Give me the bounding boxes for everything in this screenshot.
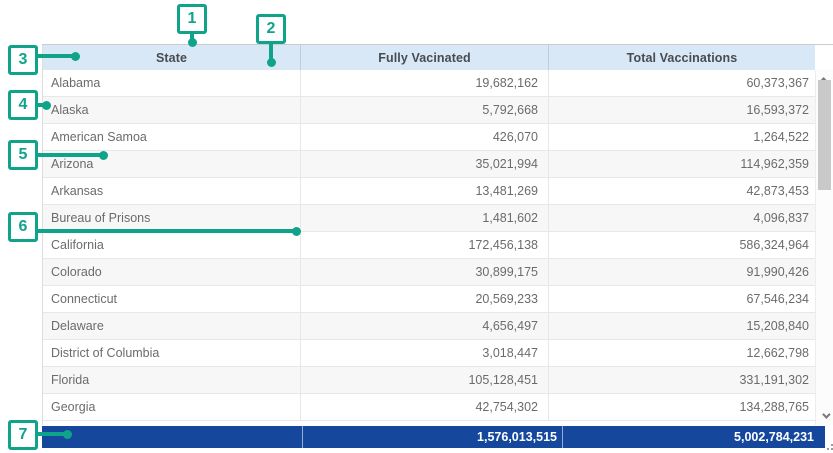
column-header-fully-vaccinated[interactable]: Fully Vacinated: [300, 45, 548, 70]
vertical-scrollbar[interactable]: [815, 70, 833, 425]
table-row[interactable]: Arizona 35,021,994 114,962,359: [43, 151, 815, 178]
cell-fully-vaccinated: 19,682,162: [300, 70, 548, 96]
callout-3-line: [36, 54, 74, 58]
cell-total-vaccinations: 67,546,234: [548, 286, 815, 312]
table-row[interactable]: Colorado 30,899,175 91,990,426: [43, 259, 815, 286]
callout-6: 6: [8, 212, 38, 242]
table-row[interactable]: Connecticut 20,569,233 67,546,234: [43, 286, 815, 313]
cell-state: Colorado: [43, 259, 300, 285]
cell-state: Connecticut: [43, 286, 300, 312]
summary-row: 1,576,013,515 5,002,784,231: [42, 426, 825, 448]
cell-fully-vaccinated: 1,481,602: [300, 205, 548, 231]
cell-total-vaccinations: 114,962,359: [548, 151, 815, 177]
table-row[interactable]: Georgia 42,754,302 134,288,765: [43, 394, 815, 421]
table-row[interactable]: Bureau of Prisons 1,481,602 4,096,837: [43, 205, 815, 232]
callout-5: 5: [8, 140, 38, 170]
summary-state-cell: [42, 426, 302, 448]
cell-fully-vaccinated: 105,128,451: [300, 367, 548, 393]
cell-total-vaccinations: 12,662,798: [548, 340, 815, 366]
table-row[interactable]: California 172,456,138 586,324,964: [43, 232, 815, 259]
cell-state: District of Columbia: [43, 340, 300, 366]
callout-4-dot: [42, 101, 51, 110]
cell-state: American Samoa: [43, 124, 300, 150]
cell-fully-vaccinated: 20,569,233: [300, 286, 548, 312]
callout-5-dot: [99, 151, 108, 160]
resize-handle-icon: [827, 444, 833, 450]
annotated-table-screenshot: State Fully Vacinated Total Vaccinations…: [0, 0, 833, 453]
cell-fully-vaccinated: 30,899,175: [300, 259, 548, 285]
callout-3-dot: [71, 52, 80, 61]
callout-1: 1: [177, 4, 207, 34]
cell-state: Alabama: [43, 70, 300, 96]
cell-total-vaccinations: 15,208,840: [548, 313, 815, 339]
callout-6-dot: [292, 227, 301, 236]
cell-fully-vaccinated: 3,018,447: [300, 340, 548, 366]
callout-3: 3: [8, 45, 38, 75]
cell-state: Arkansas: [43, 178, 300, 204]
cell-total-vaccinations: 331,191,302: [548, 367, 815, 393]
table-body: Alabama 19,682,162 60,373,367 Alaska 5,7…: [43, 70, 815, 425]
cell-fully-vaccinated: 5,792,668: [300, 97, 548, 123]
callout-4: 4: [8, 90, 38, 120]
callout-7-line: [36, 432, 65, 436]
table-row[interactable]: Delaware 4,656,497 15,208,840: [43, 313, 815, 340]
callout-7-dot: [63, 430, 72, 439]
cell-fully-vaccinated: 4,656,497: [300, 313, 548, 339]
cell-state: Florida: [43, 367, 300, 393]
callout-1-dot: [188, 38, 197, 47]
scrollbar-thumb[interactable]: [818, 80, 831, 190]
scroll-down-button[interactable]: [816, 408, 833, 423]
table-row[interactable]: Arkansas 13,481,269 42,873,453: [43, 178, 815, 205]
cell-total-vaccinations: 60,373,367: [548, 70, 815, 96]
table-row[interactable]: American Samoa 426,070 1,264,522: [43, 124, 815, 151]
chevron-down-icon: [822, 410, 830, 418]
cell-fully-vaccinated: 42,754,302: [300, 394, 548, 420]
cell-fully-vaccinated: 35,021,994: [300, 151, 548, 177]
cell-total-vaccinations: 1,264,522: [548, 124, 815, 150]
callout-6-line: [36, 229, 294, 233]
table-row[interactable]: Alabama 19,682,162 60,373,367: [43, 70, 815, 97]
cell-total-vaccinations: 42,873,453: [548, 178, 815, 204]
callout-2: 2: [256, 14, 286, 44]
table-row[interactable]: District of Columbia 3,018,447 12,662,79…: [43, 340, 815, 367]
cell-state: Alaska: [43, 97, 300, 123]
summary-total-vaccinations: 5,002,784,231: [562, 426, 825, 448]
cell-state: Georgia: [43, 394, 300, 420]
cell-total-vaccinations: 586,324,964: [548, 232, 815, 258]
table-row[interactable]: Florida 105,128,451 331,191,302: [43, 367, 815, 394]
callout-5-line: [36, 153, 101, 157]
cell-fully-vaccinated: 172,456,138: [300, 232, 548, 258]
table-header-row: State Fully Vacinated Total Vaccinations: [43, 45, 815, 70]
cell-state: California: [43, 232, 300, 258]
cell-total-vaccinations: 134,288,765: [548, 394, 815, 420]
cell-state: Bureau of Prisons: [43, 205, 300, 231]
table-row[interactable]: Alaska 5,792,668 16,593,372: [43, 97, 815, 124]
cell-total-vaccinations: 91,990,426: [548, 259, 815, 285]
summary-fully-vaccinated: 1,576,013,515: [302, 426, 562, 448]
cell-total-vaccinations: 16,593,372: [548, 97, 815, 123]
cell-total-vaccinations: 4,096,837: [548, 205, 815, 231]
cell-state: Delaware: [43, 313, 300, 339]
cell-fully-vaccinated: 426,070: [300, 124, 548, 150]
column-header-total-vaccinations[interactable]: Total Vaccinations: [548, 45, 815, 70]
column-header-state[interactable]: State: [43, 45, 300, 70]
cell-fully-vaccinated: 13,481,269: [300, 178, 548, 204]
callout-2-dot: [267, 58, 276, 67]
callout-7: 7: [8, 420, 38, 450]
